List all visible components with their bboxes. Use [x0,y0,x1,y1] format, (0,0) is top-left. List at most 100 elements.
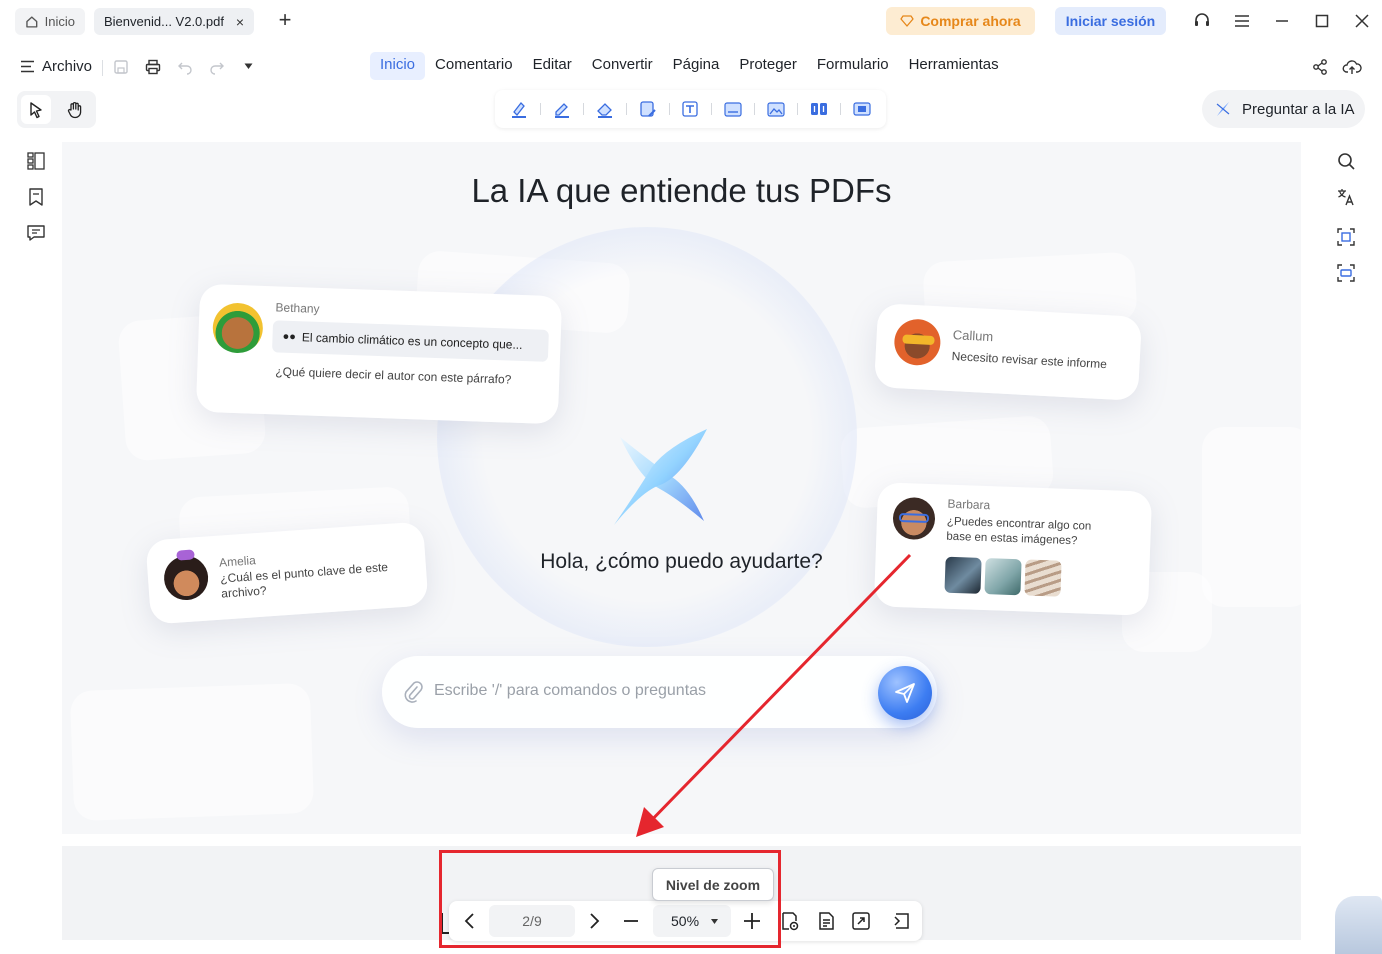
card-author: Bethany [275,300,320,316]
card-message: Necesito revisar este informe [951,349,1108,372]
hand-icon [67,101,82,118]
left-sidebar [17,141,55,254]
tab-herramientas[interactable]: Herramientas [899,52,1009,80]
hamburger-icon [21,60,34,73]
page-title: La IA que entiende tus PDFs [471,172,892,209]
ask-ai-label: Preguntar a la IA [1242,100,1355,118]
support-icon[interactable] [1192,11,1212,31]
divider [582,103,584,115]
comments-icon[interactable] [26,223,46,243]
highlight-box [439,850,781,948]
divider [754,103,756,115]
new-tab-button[interactable]: + [275,9,295,31]
print-icon[interactable] [145,59,161,75]
image-icon[interactable] [765,98,787,120]
undo-icon[interactable] [177,59,193,75]
quote-icon: ●● [282,330,297,344]
buy-now-label: Comprar ahora [920,13,1021,29]
text-box-icon[interactable] [679,98,701,120]
right-sidebar [1327,141,1365,289]
maximize-icon[interactable] [1312,11,1332,31]
tab-document-label: Bienvenid... V2.0.pdf [104,14,224,29]
menu-bar: Archivo Inicio Comentario Editar Convert… [0,50,1382,84]
edit-text-icon[interactable] [637,98,659,120]
share-icon[interactable] [1311,58,1329,76]
read-mode-icon[interactable] [779,910,801,932]
tab-proteger[interactable]: Proteger [729,52,807,80]
title-bar: Inicio Bienvenid... V2.0.pdf × + Comprar… [0,0,1382,42]
avatar [211,302,264,354]
tab-editar[interactable]: Editar [523,52,582,80]
compare-icon[interactable] [808,98,830,120]
login-label: Iniciar sesión [1065,13,1156,29]
tab-comentario[interactable]: Comentario [425,52,523,80]
decorative-card [1202,427,1301,607]
decorative-card [69,682,315,822]
hand-tool-button[interactable] [60,95,90,124]
file-menu[interactable]: Archivo [20,58,92,75]
divider [668,103,670,115]
fit-page-icon[interactable] [815,910,837,932]
divider [840,103,842,115]
collapse-panel-icon[interactable] [891,910,913,932]
ai-logo-icon [612,427,712,527]
diamond-icon [900,15,914,27]
thumbnails-icon[interactable] [26,151,46,171]
redact-icon[interactable] [851,98,873,120]
tab-formulario[interactable]: Formulario [807,52,899,80]
markup-icon[interactable] [551,98,573,120]
ribbon-tabs: Inicio Comentario Editar Convertir Págin… [370,52,1009,80]
card-author: Barbara [947,496,991,513]
tab-convertir[interactable]: Convertir [582,52,663,80]
card-message: ¿Puedes encontrar algo con base en estas… [946,515,1092,548]
card-question: ¿Qué quiere decir el autor con este párr… [275,364,512,387]
quote-bubble: ●● El cambio climático es un concepto qu… [271,320,549,362]
highlight-icon[interactable] [508,98,530,120]
buy-now-button[interactable]: Comprar ahora [886,7,1035,35]
tab-home-label: Inicio [44,14,75,29]
save-icon[interactable] [113,59,129,75]
chat-card-bethany: Bethany ●● El cambio climático es un con… [195,283,563,425]
annotation-arrow [636,553,912,837]
chat-card-callum: Callum Necesito revisar este informe [873,303,1143,401]
divider [797,103,799,115]
divider [102,60,103,76]
tab-home[interactable]: Inicio [15,8,85,35]
pointer-tools [17,91,96,128]
tab-pagina[interactable]: Página [663,52,730,80]
fullscreen-icon[interactable] [850,910,872,932]
close-tab-icon[interactable]: × [236,14,244,30]
home-icon [26,15,38,28]
redo-icon[interactable] [209,59,225,75]
login-button[interactable]: Iniciar sesión [1055,7,1166,35]
ai-scan-icon[interactable] [1336,263,1356,283]
ai-star-icon [1216,102,1230,116]
translate-icon[interactable] [1336,187,1356,207]
card-author: Callum [952,327,994,345]
attachment-icon[interactable] [402,680,424,704]
minimize-icon[interactable] [1272,11,1292,31]
divider [711,103,713,115]
select-tool-button[interactable] [21,95,51,124]
bookmark-icon[interactable] [26,187,46,207]
cursor-icon [30,101,42,118]
divider [539,103,541,115]
divider [625,103,627,115]
glasses-icon [898,513,930,524]
tab-inicio[interactable]: Inicio [370,52,426,80]
quick-tools-bar [495,90,886,128]
sunglasses-icon [902,334,935,346]
menu-icon[interactable] [1232,11,1252,31]
mascot-image [1335,896,1382,954]
ocr-icon[interactable] [722,98,744,120]
file-menu-label: Archivo [42,58,93,75]
cloud-upload-icon[interactable] [1342,58,1362,76]
tab-document[interactable]: Bienvenid... V2.0.pdf × [94,8,254,35]
ask-ai-button[interactable]: Preguntar a la IA [1202,90,1365,128]
search-icon[interactable] [1336,151,1356,171]
quick-access-dropdown-icon[interactable] [244,63,253,70]
close-window-icon[interactable] [1352,11,1372,31]
quote-text: El cambio climático es un concepto que..… [301,330,523,352]
eraser-icon[interactable] [594,98,616,120]
scan-icon[interactable] [1336,227,1356,247]
